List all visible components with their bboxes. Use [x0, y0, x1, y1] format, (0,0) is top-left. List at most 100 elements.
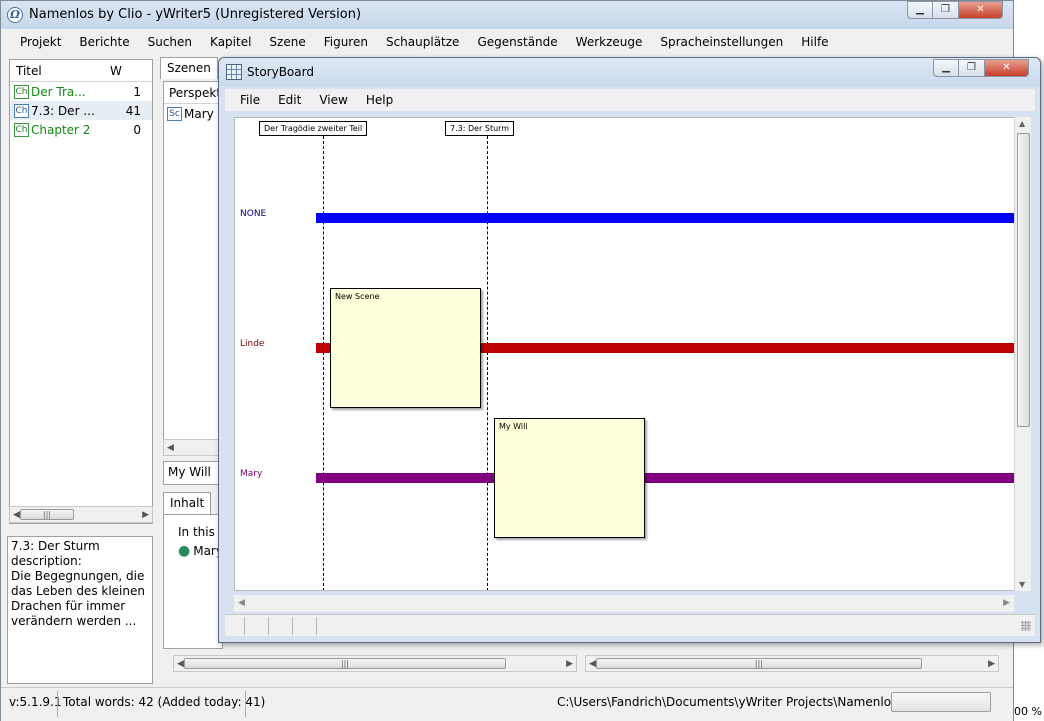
chapter-title: 7.3: Der ... [31, 103, 95, 118]
character-label-none[interactable]: NONE [240, 209, 266, 219]
description-heading: 7.3: Der Sturm [11, 539, 100, 553]
menu-figuren[interactable]: Figuren [315, 35, 377, 49]
storyboard-canvas[interactable]: Der Tragödie zweiter Teil 7.3: Der Sturm… [234, 117, 1024, 591]
menu-suchen[interactable]: Suchen [139, 35, 201, 49]
scene-row[interactable]: Sc Mary [164, 104, 222, 124]
storyboard-minimize-button[interactable]: ▁ [933, 59, 959, 77]
storyboard-hscroll[interactable]: ◀ ▶ [234, 595, 1014, 612]
main-window-title: Namenlos by Clio - yWriter5 (Unregistere… [29, 7, 362, 22]
chapter-title: Chapter 2 [31, 122, 91, 137]
bottom-right-hscroll[interactable]: ◀ ||| ▶ [585, 655, 999, 672]
menu-hilfe[interactable]: Hilfe [792, 35, 837, 49]
chapter-list-header: Titel W [10, 60, 152, 82]
scroll-left-icon[interactable]: ◀ [586, 659, 596, 669]
storyboard-window: StoryBoard ▁ ❐ ✕ File Edit View Help Der… [218, 57, 1041, 643]
scroll-up-icon[interactable]: ▲ [1019, 119, 1025, 128]
scene-list[interactable]: Perspekti Sc Mary [163, 81, 223, 456]
character-label-linde[interactable]: Linde [240, 339, 264, 349]
chapter-icon: Ch [14, 84, 29, 99]
menu-werkzeuge[interactable]: Werkzeuge [567, 35, 652, 49]
chapter-row[interactable]: Ch 7.3: Der ... 41 [10, 101, 152, 120]
chapter-words: 41 [125, 103, 141, 118]
column-header-title[interactable]: Titel [10, 64, 110, 78]
scene-card-my-will[interactable]: My Will [494, 418, 645, 538]
tab-inhalt[interactable]: Inhalt [163, 492, 212, 514]
column-header-words[interactable]: W [110, 64, 150, 78]
menu-schauplaetze[interactable]: Schauplätze [377, 35, 468, 49]
sb-status-cell [245, 617, 269, 635]
sb-menu-edit[interactable]: Edit [269, 93, 310, 107]
menu-spracheinstellungen[interactable]: Spracheinstellungen [651, 35, 792, 49]
timeline-divider [487, 136, 488, 590]
storyboard-close-button[interactable]: ✕ [985, 59, 1029, 77]
scroll-left-icon[interactable]: ◀ [174, 659, 184, 669]
chapter-words: 0 [133, 122, 141, 137]
storyboard-titlebar[interactable]: StoryBoard ▁ ❐ ✕ [219, 58, 1040, 86]
scene-column-header[interactable]: Perspekti [164, 82, 222, 104]
description-text: Die Begegnungen, die das Leben des klein… [11, 569, 145, 628]
progress-bar [891, 692, 991, 712]
person-icon: ● [178, 543, 191, 559]
scroll-thumb[interactable] [1017, 133, 1030, 427]
scene-title-field[interactable]: My Will [163, 461, 223, 485]
scene-content-panel: In this s ● Mary [163, 514, 223, 649]
storyboard-statusbar [225, 614, 1035, 636]
scroll-down-icon[interactable]: ▼ [1019, 580, 1025, 589]
sb-menu-help[interactable]: Help [357, 93, 402, 107]
version-label: v:5.1.9.1 [9, 695, 62, 709]
sb-menu-view[interactable]: View [310, 93, 356, 107]
scroll-right-icon[interactable]: ▶ [142, 510, 152, 520]
chapter-list-hscroll[interactable]: ◀ ||| ▶ [9, 506, 153, 523]
chapter-icon: Ch [14, 122, 29, 137]
scene-character-row[interactable]: ● Mary [164, 539, 222, 559]
minimize-button[interactable]: ▁ [907, 1, 933, 19]
timeline-column-label[interactable]: 7.3: Der Sturm [445, 121, 515, 136]
storyboard-window-buttons: ▁ ❐ ✕ [933, 59, 1029, 77]
chapter-row[interactable]: Ch Der Tra... 1 [10, 82, 152, 101]
scroll-left-icon[interactable]: ◀ [238, 598, 245, 608]
tab-szenen[interactable]: Szenen [160, 57, 218, 79]
chapter-list[interactable]: Titel W Ch Der Tra... 1 Ch 7.3: Der ... … [9, 59, 153, 524]
sb-status-cell [269, 617, 293, 635]
zoom-level-fragment: 00 % [1014, 705, 1042, 718]
storyboard-title: StoryBoard [247, 65, 314, 79]
character-label-mary[interactable]: Mary [240, 469, 262, 479]
scroll-left-icon[interactable]: ◀ [10, 510, 20, 520]
total-words-label: Total words: 42 (Added today: 41) [63, 695, 266, 709]
timeline-column-label[interactable]: Der Tragödie zweiter Teil [259, 121, 368, 136]
status-divider [57, 691, 58, 717]
storyboard-maximize-button[interactable]: ❐ [959, 59, 985, 77]
chapter-description[interactable]: 7.3: Der Sturm description: Die Begegnun… [7, 536, 153, 684]
storyboard-vscroll[interactable]: ▲ ▼ [1014, 117, 1031, 591]
resize-grip-icon[interactable] [1021, 621, 1031, 631]
menu-berichte[interactable]: Berichte [70, 35, 138, 49]
sb-menu-file[interactable]: File [231, 93, 269, 107]
character-lane-mary [316, 473, 1016, 483]
scroll-right-icon[interactable]: ▶ [988, 659, 998, 669]
menu-szene[interactable]: Szene [260, 35, 314, 49]
chapter-words: 1 [133, 84, 141, 99]
chapter-row[interactable]: Ch Chapter 2 0 [10, 120, 152, 139]
bottom-left-hscroll[interactable]: ◀ ||| ▶ [173, 655, 577, 672]
close-button[interactable]: ✕ [959, 1, 1003, 19]
main-titlebar[interactable]: Ω Namenlos by Clio - yWriter5 (Unregiste… [1, 1, 1013, 29]
storyboard-menubar: File Edit View Help [225, 89, 1035, 111]
scene-list-hscroll[interactable]: ◀ [163, 439, 223, 456]
menu-projekt[interactable]: Projekt [11, 35, 70, 49]
scroll-thumb[interactable]: ||| [183, 658, 506, 669]
scroll-thumb[interactable]: ||| [595, 658, 922, 669]
scroll-right-icon[interactable]: ▶ [566, 659, 576, 669]
in-this-scene-label: In this s [178, 525, 222, 539]
status-bar: v:5.1.9.1 Total words: 42 (Added today: … [1, 687, 1013, 721]
scroll-thumb[interactable]: ||| [19, 509, 74, 520]
menu-kapitel[interactable]: Kapitel [201, 35, 260, 49]
scroll-right-icon[interactable]: ▶ [1003, 598, 1010, 608]
project-path-label: C:\Users\Fandrich\Documents\yWriter Proj… [557, 695, 926, 709]
description-label: description: [11, 554, 82, 568]
scroll-left-icon[interactable]: ◀ [164, 443, 174, 453]
ywriter-app-icon: Ω [7, 7, 23, 23]
scene-card-new-scene[interactable]: New Scene [330, 288, 481, 408]
maximize-button[interactable]: ❐ [933, 1, 959, 19]
menu-gegenstaende[interactable]: Gegenstände [468, 35, 566, 49]
scene-perspective: Mary [184, 107, 214, 121]
